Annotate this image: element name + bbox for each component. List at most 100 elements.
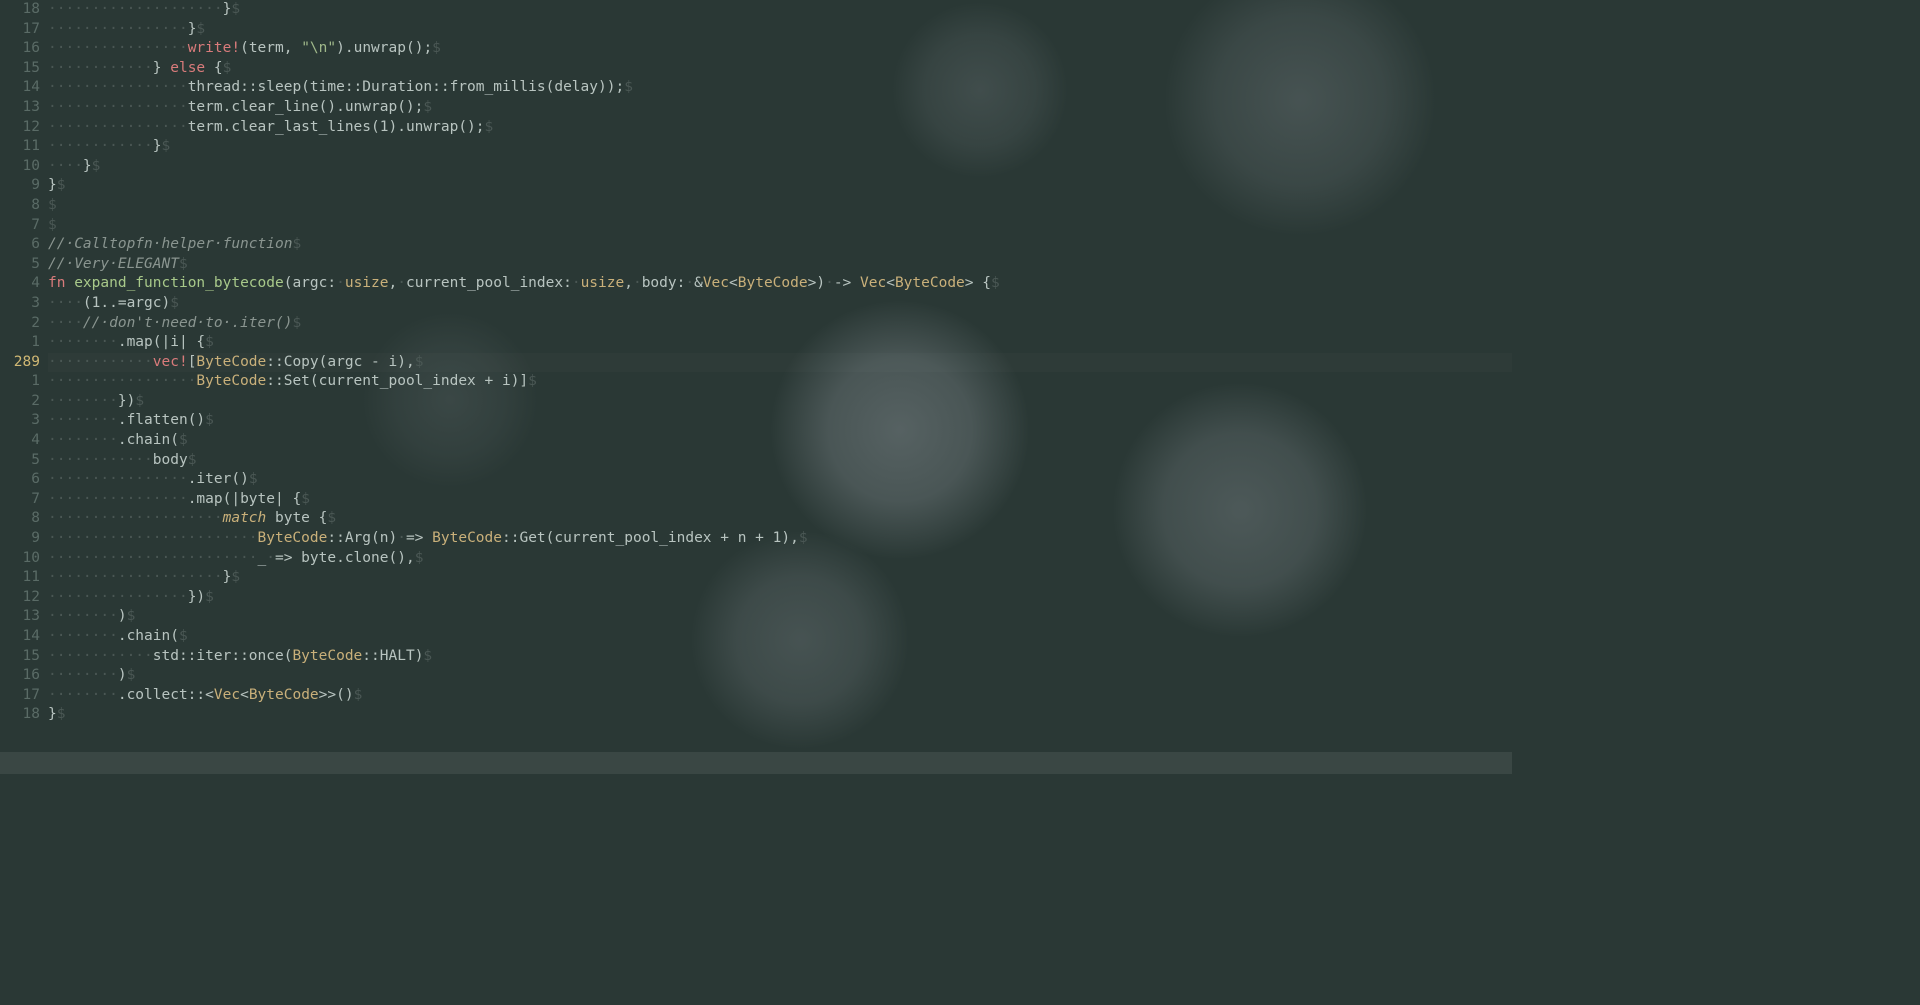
code-line[interactable]: 17················}$	[0, 20, 1512, 40]
code-content[interactable]: ················}$	[48, 20, 1512, 40]
code-content[interactable]: ········.chain($	[48, 431, 1512, 451]
code-content[interactable]: ················write!(term, "\n").unwra…	[48, 39, 1512, 59]
line-number: 13	[0, 98, 48, 118]
code-content[interactable]: ················})$	[48, 588, 1512, 608]
line-number: 8	[0, 509, 48, 529]
code-line[interactable]: 14········.chain($	[0, 627, 1512, 647]
code-line[interactable]: 3····(1..=argc)$	[0, 294, 1512, 314]
line-number: 8	[0, 196, 48, 216]
code-content[interactable]: ················term.clear_line().unwrap…	[48, 98, 1512, 118]
code-line[interactable]: 10····}$	[0, 157, 1512, 177]
code-line[interactable]: 4········.chain($	[0, 431, 1512, 451]
line-number: 12	[0, 118, 48, 138]
code-line[interactable]: 3········.flatten()$	[0, 411, 1512, 431]
code-line[interactable]: 6················.iter()$	[0, 470, 1512, 490]
code-line[interactable]: 8····················match byte {$	[0, 509, 1512, 529]
code-content[interactable]: ············} else {$	[48, 59, 1512, 79]
code-line[interactable]: 4fn expand_function_bytecode(argc:·usize…	[0, 274, 1512, 294]
code-line[interactable]: 289············vec![ByteCode::Copy(argc …	[0, 353, 1512, 373]
line-number: 4	[0, 274, 48, 294]
code-content[interactable]: $	[48, 196, 1512, 216]
line-number: 16	[0, 666, 48, 686]
code-line[interactable]: 13················term.clear_line().unwr…	[0, 98, 1512, 118]
code-line[interactable]: 6//·Calltopfn·helper·function$	[0, 235, 1512, 255]
code-content[interactable]: ····(1..=argc)$	[48, 294, 1512, 314]
code-content[interactable]: ········)$	[48, 607, 1512, 627]
line-number: 17	[0, 686, 48, 706]
line-number: 15	[0, 647, 48, 667]
code-content[interactable]: ········.collect::<Vec<ByteCode>>()$	[48, 686, 1512, 706]
line-number: 9	[0, 176, 48, 196]
code-line[interactable]: 2········})$	[0, 392, 1512, 412]
line-number: 9	[0, 529, 48, 549]
code-content[interactable]: ·················ByteCode::Set(current_p…	[48, 372, 1512, 392]
code-line[interactable]: 10························_·=> byte.clon…	[0, 549, 1512, 569]
minibuffer[interactable]	[0, 774, 1512, 792]
code-content[interactable]: ················.map(|byte| {$	[48, 490, 1512, 510]
line-number: 4	[0, 431, 48, 451]
line-number: 18	[0, 0, 48, 20]
line-number: 6	[0, 235, 48, 255]
code-content[interactable]: //·Very·ELEGANT$	[48, 255, 1512, 275]
code-content[interactable]: ········)$	[48, 666, 1512, 686]
code-content[interactable]: ················term.clear_last_lines(1)…	[48, 118, 1512, 138]
code-line[interactable]: 12················term.clear_last_lines(…	[0, 118, 1512, 138]
code-line[interactable]: 8$	[0, 196, 1512, 216]
editor-buffer[interactable]: 18····················}$17··············…	[0, 0, 1512, 752]
code-line[interactable]: 11····················}$	[0, 568, 1512, 588]
code-content[interactable]: ········.chain($	[48, 627, 1512, 647]
code-content[interactable]: ········.flatten()$	[48, 411, 1512, 431]
code-line[interactable]: 9························ByteCode::Arg(n…	[0, 529, 1512, 549]
code-content[interactable]: ····················}$	[48, 568, 1512, 588]
code-content[interactable]: ····················}$	[48, 0, 1512, 20]
code-content[interactable]: $	[48, 216, 1512, 236]
code-content[interactable]: }$	[48, 705, 1512, 725]
code-content[interactable]: ················thread::sleep(time::Dura…	[48, 78, 1512, 98]
code-line[interactable]: 1·················ByteCode::Set(current_…	[0, 372, 1512, 392]
code-content[interactable]: }$	[48, 176, 1512, 196]
code-content[interactable]: ············std::iter::once(ByteCode::HA…	[48, 647, 1512, 667]
code-content[interactable]: ························_·=> byte.clone(…	[48, 549, 1512, 569]
code-line[interactable]: 16········)$	[0, 666, 1512, 686]
line-number: 11	[0, 568, 48, 588]
code-content[interactable]: ····//·don't·need·to·.iter()$	[48, 314, 1512, 334]
code-line[interactable]: 14················thread::sleep(time::Du…	[0, 78, 1512, 98]
code-content[interactable]: ························ByteCode::Arg(n)…	[48, 529, 1512, 549]
code-content[interactable]: ············body$	[48, 451, 1512, 471]
code-line[interactable]: 18····················}$	[0, 0, 1512, 20]
code-line[interactable]: 17········.collect::<Vec<ByteCode>>()$	[0, 686, 1512, 706]
line-number: 3	[0, 294, 48, 314]
line-number: 18	[0, 705, 48, 725]
code-content[interactable]: ····}$	[48, 157, 1512, 177]
code-line[interactable]: 5············body$	[0, 451, 1512, 471]
code-line[interactable]: 15············} else {$	[0, 59, 1512, 79]
modeline: -:**- machine.rs Bot (289,41) <N> Git-ma…	[0, 752, 1512, 774]
line-number: 1	[0, 372, 48, 392]
code-content[interactable]: ············}$	[48, 137, 1512, 157]
code-line[interactable]: 13········)$	[0, 607, 1512, 627]
code-content[interactable]: ········.map(|i| {$	[48, 333, 1512, 353]
code-content[interactable]: ····················match byte {$	[48, 509, 1512, 529]
code-content[interactable]: ········})$	[48, 392, 1512, 412]
code-line[interactable]: 12················})$	[0, 588, 1512, 608]
line-number: 13	[0, 607, 48, 627]
code-content[interactable]: ············vec![ByteCode::Copy(argc - i…	[48, 353, 1512, 373]
code-content[interactable]: //·Calltopfn·helper·function$	[48, 235, 1512, 255]
code-line[interactable]: 7················.map(|byte| {$	[0, 490, 1512, 510]
line-number: 12	[0, 588, 48, 608]
line-number: 3	[0, 411, 48, 431]
code-line[interactable]: 11············}$	[0, 137, 1512, 157]
code-line[interactable]: 2····//·don't·need·to·.iter()$	[0, 314, 1512, 334]
code-line[interactable]: 15············std::iter::once(ByteCode::…	[0, 647, 1512, 667]
line-number: 16	[0, 39, 48, 59]
code-line[interactable]: 16················write!(term, "\n").unw…	[0, 39, 1512, 59]
code-content[interactable]: ················.iter()$	[48, 470, 1512, 490]
code-line[interactable]: 18}$	[0, 705, 1512, 725]
line-number: 10	[0, 549, 48, 569]
code-content[interactable]: fn expand_function_bytecode(argc:·usize,…	[48, 274, 1512, 294]
code-line[interactable]: 5//·Very·ELEGANT$	[0, 255, 1512, 275]
code-line[interactable]: 7$	[0, 216, 1512, 236]
code-line[interactable]: 1········.map(|i| {$	[0, 333, 1512, 353]
code-line[interactable]: 9}$	[0, 176, 1512, 196]
line-number: 2	[0, 314, 48, 334]
